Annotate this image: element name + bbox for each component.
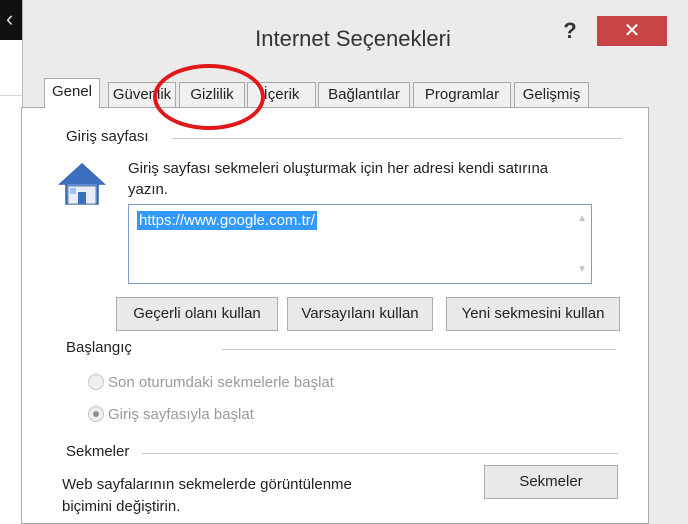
scroll-up-icon[interactable]: ▲ bbox=[577, 213, 587, 224]
radio-home-page-label: Giriş sayfasıyla başlat bbox=[108, 406, 254, 423]
home-page-url-value: https://www.google.com.tr/ bbox=[137, 211, 317, 230]
use-default-button[interactable]: Varsayılanı kullan bbox=[287, 297, 433, 331]
home-page-group-label: Giriş sayfası bbox=[66, 128, 149, 145]
dialog-title: Internet Seçenekleri bbox=[255, 26, 451, 51]
radio-last-session[interactable] bbox=[88, 374, 104, 390]
startup-option-last-session[interactable]: Son oturumdaki sekmelerle başlat bbox=[88, 374, 334, 391]
home-page-url-textarea[interactable]: https://www.google.com.tr/ ▲ ▼ bbox=[128, 204, 592, 284]
tabs-description: Web sayfalarının sekmelerde görüntülenme… bbox=[62, 476, 352, 515]
tabs-group-label: Sekmeler bbox=[66, 443, 130, 460]
tab-advanced[interactable]: Gelişmiş bbox=[514, 82, 589, 108]
annotation-circle bbox=[153, 64, 265, 130]
back-arrow-icon: ‹ bbox=[6, 6, 14, 31]
tab-general[interactable]: Genel bbox=[44, 78, 100, 108]
home-page-description: Giriş sayfası sekmeleri oluşturmak için … bbox=[128, 160, 549, 198]
tabs-group-divider bbox=[142, 453, 618, 454]
use-current-button[interactable]: Geçerli olanı kullan bbox=[116, 297, 278, 331]
radio-last-session-label: Son oturumdaki sekmelerle başlat bbox=[108, 374, 334, 391]
tabs-settings-button[interactable]: Sekmeler bbox=[484, 465, 618, 499]
startup-option-home-page[interactable]: Giriş sayfasıyla başlat bbox=[88, 406, 254, 423]
scroll-down-icon[interactable]: ▼ bbox=[577, 264, 587, 275]
tab-connections[interactable]: Bağlantılar bbox=[318, 82, 410, 108]
radio-home-page[interactable] bbox=[88, 406, 104, 422]
use-new-tab-button[interactable]: Yeni sekmesini kullan bbox=[446, 297, 620, 331]
house-icon bbox=[58, 162, 106, 205]
home-page-group-divider bbox=[172, 138, 622, 139]
startup-group-label: Başlangıç bbox=[66, 339, 132, 356]
tab-programs[interactable]: Programlar bbox=[413, 82, 511, 108]
close-button[interactable]: ✕ bbox=[597, 16, 667, 46]
help-button[interactable]: ? bbox=[558, 18, 582, 44]
startup-group-divider bbox=[222, 349, 616, 350]
